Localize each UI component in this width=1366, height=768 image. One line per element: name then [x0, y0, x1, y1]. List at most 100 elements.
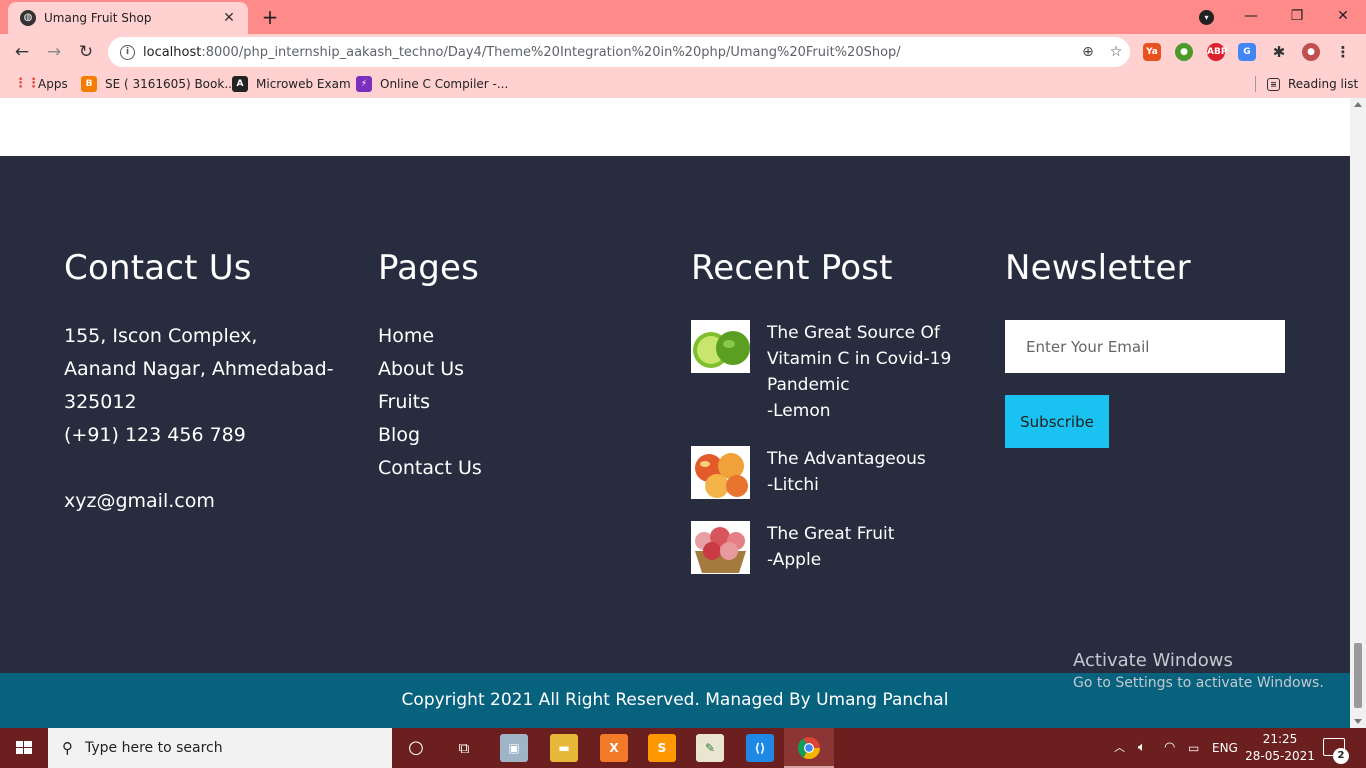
contact-heading: Contact Us — [64, 248, 252, 288]
bookmark-label: Microweb Exam — [256, 77, 351, 91]
recent-post-text: The Advantageous -Litchi — [767, 446, 957, 499]
recent-post-fruit: -Lemon — [767, 401, 831, 421]
chrome-icon — [798, 737, 820, 759]
vscode-icon[interactable]: ⟨⟩ — [746, 734, 774, 762]
footer-link-contact[interactable]: Contact Us — [378, 452, 482, 485]
contact-phone: (+91) 123 456 789 — [64, 424, 246, 446]
minimize-button[interactable]: — — [1228, 0, 1274, 34]
scroll-up-icon[interactable] — [1354, 102, 1362, 107]
apps-grid-icon: ⋮⋮ — [14, 76, 40, 91]
reading-list-button[interactable]: ≡ Reading list — [1267, 75, 1358, 93]
url-text: localhost:8000/php_internship_aakash_tec… — [143, 44, 901, 60]
volume-icon[interactable]: 🔈︎ — [1138, 728, 1146, 768]
taskbar-clock[interactable]: 21:25 28-05-2021 — [1245, 731, 1315, 765]
newsletter-heading: Newsletter — [1005, 248, 1191, 288]
recent-post-fruit: -Litchi — [767, 475, 819, 495]
recent-post-item[interactable]: The Great Source Of Vitamin C in Covid-1… — [691, 320, 961, 424]
extension-icon[interactable]: Ya — [1143, 43, 1161, 61]
wifi-icon[interactable]: ◠ — [1164, 728, 1175, 768]
recent-heading: Recent Post — [691, 248, 893, 288]
recent-post-text: The Great Source Of Vitamin C in Covid-1… — [767, 320, 957, 424]
apple-thumbnail — [691, 521, 750, 574]
bookmark-apps[interactable]: ⋮⋮ Apps — [14, 75, 68, 93]
recent-post-title: The Great Source Of Vitamin C in Covid-1… — [767, 323, 952, 395]
extension-icon[interactable]: ● — [1175, 43, 1193, 61]
bookmark-microweb[interactable]: A Microweb Exam — [232, 75, 351, 93]
forward-button[interactable]: → — [40, 38, 68, 66]
angular-icon: A — [232, 76, 248, 92]
activate-windows-title: Activate Windows — [1073, 650, 1233, 671]
language-indicator[interactable]: ENG — [1212, 728, 1238, 768]
pages-heading: Pages — [378, 248, 480, 288]
start-button[interactable] — [0, 728, 48, 768]
close-window-button[interactable]: ✕ — [1320, 0, 1366, 34]
avatar[interactable]: ● — [1302, 43, 1320, 61]
peach-thumbnail — [691, 446, 750, 499]
lightning-icon: ⚡ — [356, 76, 372, 92]
menu-kebab-icon[interactable]: ⋮ — [1334, 43, 1352, 61]
tab-search-icon[interactable]: ▾ — [1199, 10, 1214, 25]
tab-strip: ◍ Umang Fruit Shop ✕ + ▾ — ❐ ✕ — [0, 0, 1366, 34]
globe-icon: ◍ — [20, 10, 36, 26]
activate-windows-watermark: Activate Windows Go to Settings to activ… — [1073, 649, 1324, 693]
reading-list-icon: ≡ — [1267, 77, 1280, 91]
bookmark-label: Apps — [38, 77, 68, 91]
extensions-puzzle-icon[interactable]: ✱ — [1270, 43, 1288, 61]
back-button[interactable]: ← — [8, 38, 36, 66]
recent-post-item[interactable]: The Great Fruit -Apple — [691, 521, 961, 574]
bookmark-se-book[interactable]: B SE ( 3161605) Book... — [81, 75, 236, 93]
zoom-icon[interactable]: ⊕ — [1074, 44, 1102, 60]
recent-post-item[interactable]: The Advantageous -Litchi — [691, 446, 961, 499]
bookmarks-bar: ⋮⋮ Apps B SE ( 3161605) Book... A Microw… — [0, 70, 1366, 98]
bookmark-label: SE ( 3161605) Book... — [105, 77, 236, 91]
page-scrollbar[interactable] — [1350, 98, 1366, 728]
subscribe-button[interactable]: Subscribe — [1005, 395, 1109, 448]
chrome-taskbar-active[interactable] — [784, 728, 834, 768]
bookmark-star-icon[interactable]: ☆ — [1102, 44, 1130, 60]
taskbar-search[interactable]: ⚲ Type here to search — [48, 728, 392, 768]
bookmark-label: Online C Compiler -... — [380, 77, 509, 91]
scrollbar-thumb[interactable] — [1354, 643, 1362, 708]
footer-link-blog[interactable]: Blog — [378, 419, 482, 452]
tray-chevron-icon[interactable]: ︿ — [1114, 728, 1125, 768]
recent-post-title: The Great Fruit — [767, 524, 895, 544]
windows-logo-icon — [16, 741, 32, 754]
tab-title: Umang Fruit Shop — [44, 11, 152, 25]
address-bar[interactable]: i localhost:8000/php_internship_aakash_t… — [108, 37, 1130, 67]
footer-link-about[interactable]: About Us — [378, 353, 482, 386]
adblock-icon[interactable]: ABP — [1207, 43, 1227, 61]
new-tab-button[interactable]: + — [258, 5, 282, 29]
xampp-icon[interactable]: X — [600, 734, 628, 762]
clock-time: 21:25 — [1262, 732, 1298, 746]
taskbar-search-text: Type here to search — [85, 740, 223, 756]
sublime-text-icon[interactable]: S — [648, 734, 676, 762]
footer-link-fruits[interactable]: Fruits — [378, 386, 482, 419]
translate-icon[interactable]: G — [1238, 43, 1256, 61]
browser-tab[interactable]: ◍ Umang Fruit Shop ✕ — [8, 2, 248, 34]
newsletter-email-input[interactable] — [1005, 320, 1285, 373]
pages-list: Home About Us Fruits Blog Contact Us — [378, 320, 482, 485]
file-explorer-icon[interactable]: ▬ — [550, 734, 578, 762]
cortana-icon[interactable]: ○ — [402, 734, 430, 762]
footer-link-home[interactable]: Home — [378, 320, 482, 353]
lemon-thumbnail — [691, 320, 750, 373]
maximize-button[interactable]: ❐ — [1274, 0, 1320, 34]
site-info-icon[interactable]: i — [120, 44, 135, 60]
site-footer: Contact Us 155, Iscon Complex, Aanand Na… — [0, 156, 1350, 673]
divider — [1255, 76, 1256, 92]
reload-button[interactable]: ↻ — [72, 38, 100, 66]
scroll-down-icon[interactable] — [1354, 719, 1362, 724]
computer-app-icon[interactable]: ▣ — [500, 734, 528, 762]
page-viewport: Contact Us 155, Iscon Complex, Aanand Na… — [0, 98, 1350, 728]
notepad-icon[interactable]: ✎ — [696, 734, 724, 762]
task-view-icon[interactable]: ⧉ — [450, 734, 478, 762]
search-icon: ⚲ — [62, 739, 73, 757]
battery-icon[interactable]: ▭ — [1188, 728, 1199, 768]
contact-address: 155, Iscon Complex, Aanand Nagar, Ahmeda… — [64, 325, 334, 413]
recent-post-fruit: -Apple — [767, 550, 822, 570]
close-tab-icon[interactable]: ✕ — [220, 10, 238, 26]
bookmark-online-c[interactable]: ⚡ Online C Compiler -... — [356, 75, 508, 93]
blogger-icon: B — [81, 76, 97, 92]
clock-date: 28-05-2021 — [1245, 749, 1315, 763]
activate-windows-subtitle: Go to Settings to activate Windows. — [1073, 675, 1324, 691]
